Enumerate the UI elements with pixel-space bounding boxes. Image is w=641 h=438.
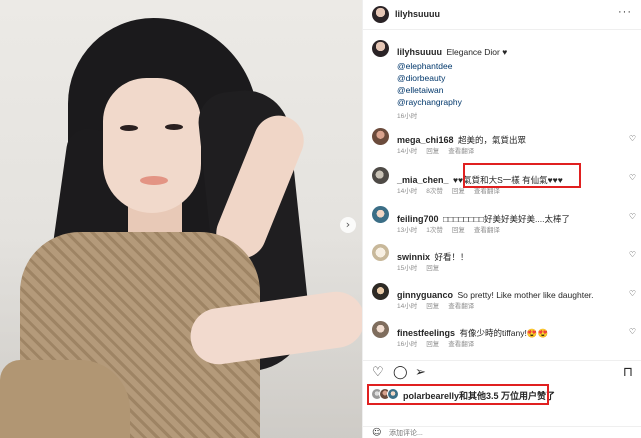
caption-author[interactable]: lilyhsuuuu xyxy=(397,47,442,57)
comment-input[interactable] xyxy=(389,428,589,438)
comment-time: 14小时 xyxy=(397,303,418,310)
translate-button[interactable]: 查看翻译 xyxy=(474,227,500,234)
translate-button[interactable]: 查看翻译 xyxy=(448,341,474,348)
comment-user[interactable]: finestfeelings xyxy=(397,328,455,338)
reply-button[interactable]: 回复 xyxy=(426,265,439,272)
reply-button[interactable]: 回复 xyxy=(452,188,465,195)
comment-meta: 15小时 回复 xyxy=(397,262,448,272)
avatar[interactable] xyxy=(372,206,389,223)
share-icon[interactable]: ➢ xyxy=(415,366,426,380)
reply-button[interactable]: 回复 xyxy=(426,303,439,310)
post-side-panel: lilyhsuuuu ··· lilyhsuuuu Elegance Dior … xyxy=(362,0,641,438)
avatar[interactable] xyxy=(372,283,389,300)
heart-icon[interactable]: ♡ xyxy=(629,327,636,336)
emoji-icon[interactable]: ☺ xyxy=(372,428,381,438)
comment-time: 16小时 xyxy=(397,341,418,348)
comment-time: 13小时 xyxy=(397,227,418,234)
translate-button[interactable]: 查看翻译 xyxy=(474,188,500,195)
mention-link[interactable]: @elephantdee xyxy=(397,60,462,72)
photo-lips xyxy=(140,176,168,185)
bookmark-icon[interactable]: ⊓ xyxy=(623,366,633,380)
post-photo[interactable]: › xyxy=(0,0,362,438)
avatar[interactable] xyxy=(372,40,389,57)
post-author[interactable]: lilyhsuuuu xyxy=(395,9,440,19)
comment-time: 14小时 xyxy=(397,148,418,155)
post-header: lilyhsuuuu ··· xyxy=(363,0,641,30)
translate-button[interactable]: 查看翻译 xyxy=(448,303,474,310)
heart-icon[interactable]: ♡ xyxy=(629,289,636,298)
add-comment-bar: ☺ xyxy=(363,426,641,438)
comment-user[interactable]: mega_chi168 xyxy=(397,135,454,145)
comment-meta: 13小时 1次赞 回复 查看翻译 xyxy=(397,224,509,234)
comment-user[interactable]: ginnyguanco xyxy=(397,290,453,300)
chevron-right-icon[interactable]: › xyxy=(340,217,356,233)
comment-likes[interactable]: 1次赞 xyxy=(426,227,443,234)
comment-text: 好看！！ xyxy=(434,252,469,262)
caption-mentions: @elephantdee @diorbeauty @elletaiwan @ra… xyxy=(397,60,462,108)
comment-icon[interactable]: ◯ xyxy=(393,366,408,380)
photo-eye-left xyxy=(120,125,138,131)
avatar[interactable] xyxy=(372,6,389,23)
comment-text: □□□□□□□□好美好美好美....太棒了 xyxy=(442,214,570,224)
comment-text: 有像少時的tiffany!😍😍 xyxy=(459,328,549,338)
heart-icon[interactable]: ♡ xyxy=(629,212,636,221)
avatar[interactable] xyxy=(372,128,389,145)
caption-time: 16小时 xyxy=(397,113,418,120)
reply-button[interactable]: 回复 xyxy=(426,148,439,155)
photo-eye-right xyxy=(165,124,183,130)
mention-link[interactable]: @raychangraphy xyxy=(397,96,462,108)
reply-button[interactable]: 回复 xyxy=(426,341,439,348)
more-options-icon[interactable]: ··· xyxy=(618,6,632,18)
comment-time: 15小时 xyxy=(397,265,418,272)
photo-face xyxy=(103,78,201,213)
comment-meta: 14小时 回复 查看翻译 xyxy=(397,300,483,310)
caption-text: Elegance Dior ♥ xyxy=(446,47,508,57)
comment-likes[interactable]: 8次赞 xyxy=(426,188,443,195)
comment-text: So pretty! Like mother like daughter. xyxy=(457,290,594,300)
highlight-box xyxy=(463,163,581,188)
comment-user[interactable]: swinnix xyxy=(397,252,430,262)
avatar[interactable] xyxy=(372,244,389,261)
comment-meta: 14小时 回复 查看翻译 xyxy=(397,145,483,155)
mention-link[interactable]: @diorbeauty xyxy=(397,72,462,84)
translate-button[interactable]: 查看翻译 xyxy=(448,148,474,155)
heart-icon[interactable]: ♡ xyxy=(629,173,636,182)
reply-button[interactable]: 回复 xyxy=(452,227,465,234)
comment-meta: 16小时 回复 查看翻译 xyxy=(397,338,483,348)
heart-icon[interactable]: ♡ xyxy=(629,134,636,143)
comment-text: 超美的，氣質出眾 xyxy=(458,135,527,145)
comment-user[interactable]: feiling700 xyxy=(397,214,439,224)
photo-skirt xyxy=(0,360,130,438)
heart-icon[interactable]: ♡ xyxy=(372,366,384,380)
heart-icon[interactable]: ♡ xyxy=(629,250,636,259)
highlight-box xyxy=(367,384,549,405)
mention-link[interactable]: @elletaiwan xyxy=(397,84,462,96)
avatar[interactable] xyxy=(372,167,389,184)
comment-time: 14小时 xyxy=(397,188,418,195)
avatar[interactable] xyxy=(372,321,389,338)
comment-user[interactable]: _mia_chen_ xyxy=(397,175,449,185)
action-bar: ♡ ◯ ➢ ⊓ xyxy=(363,360,641,384)
